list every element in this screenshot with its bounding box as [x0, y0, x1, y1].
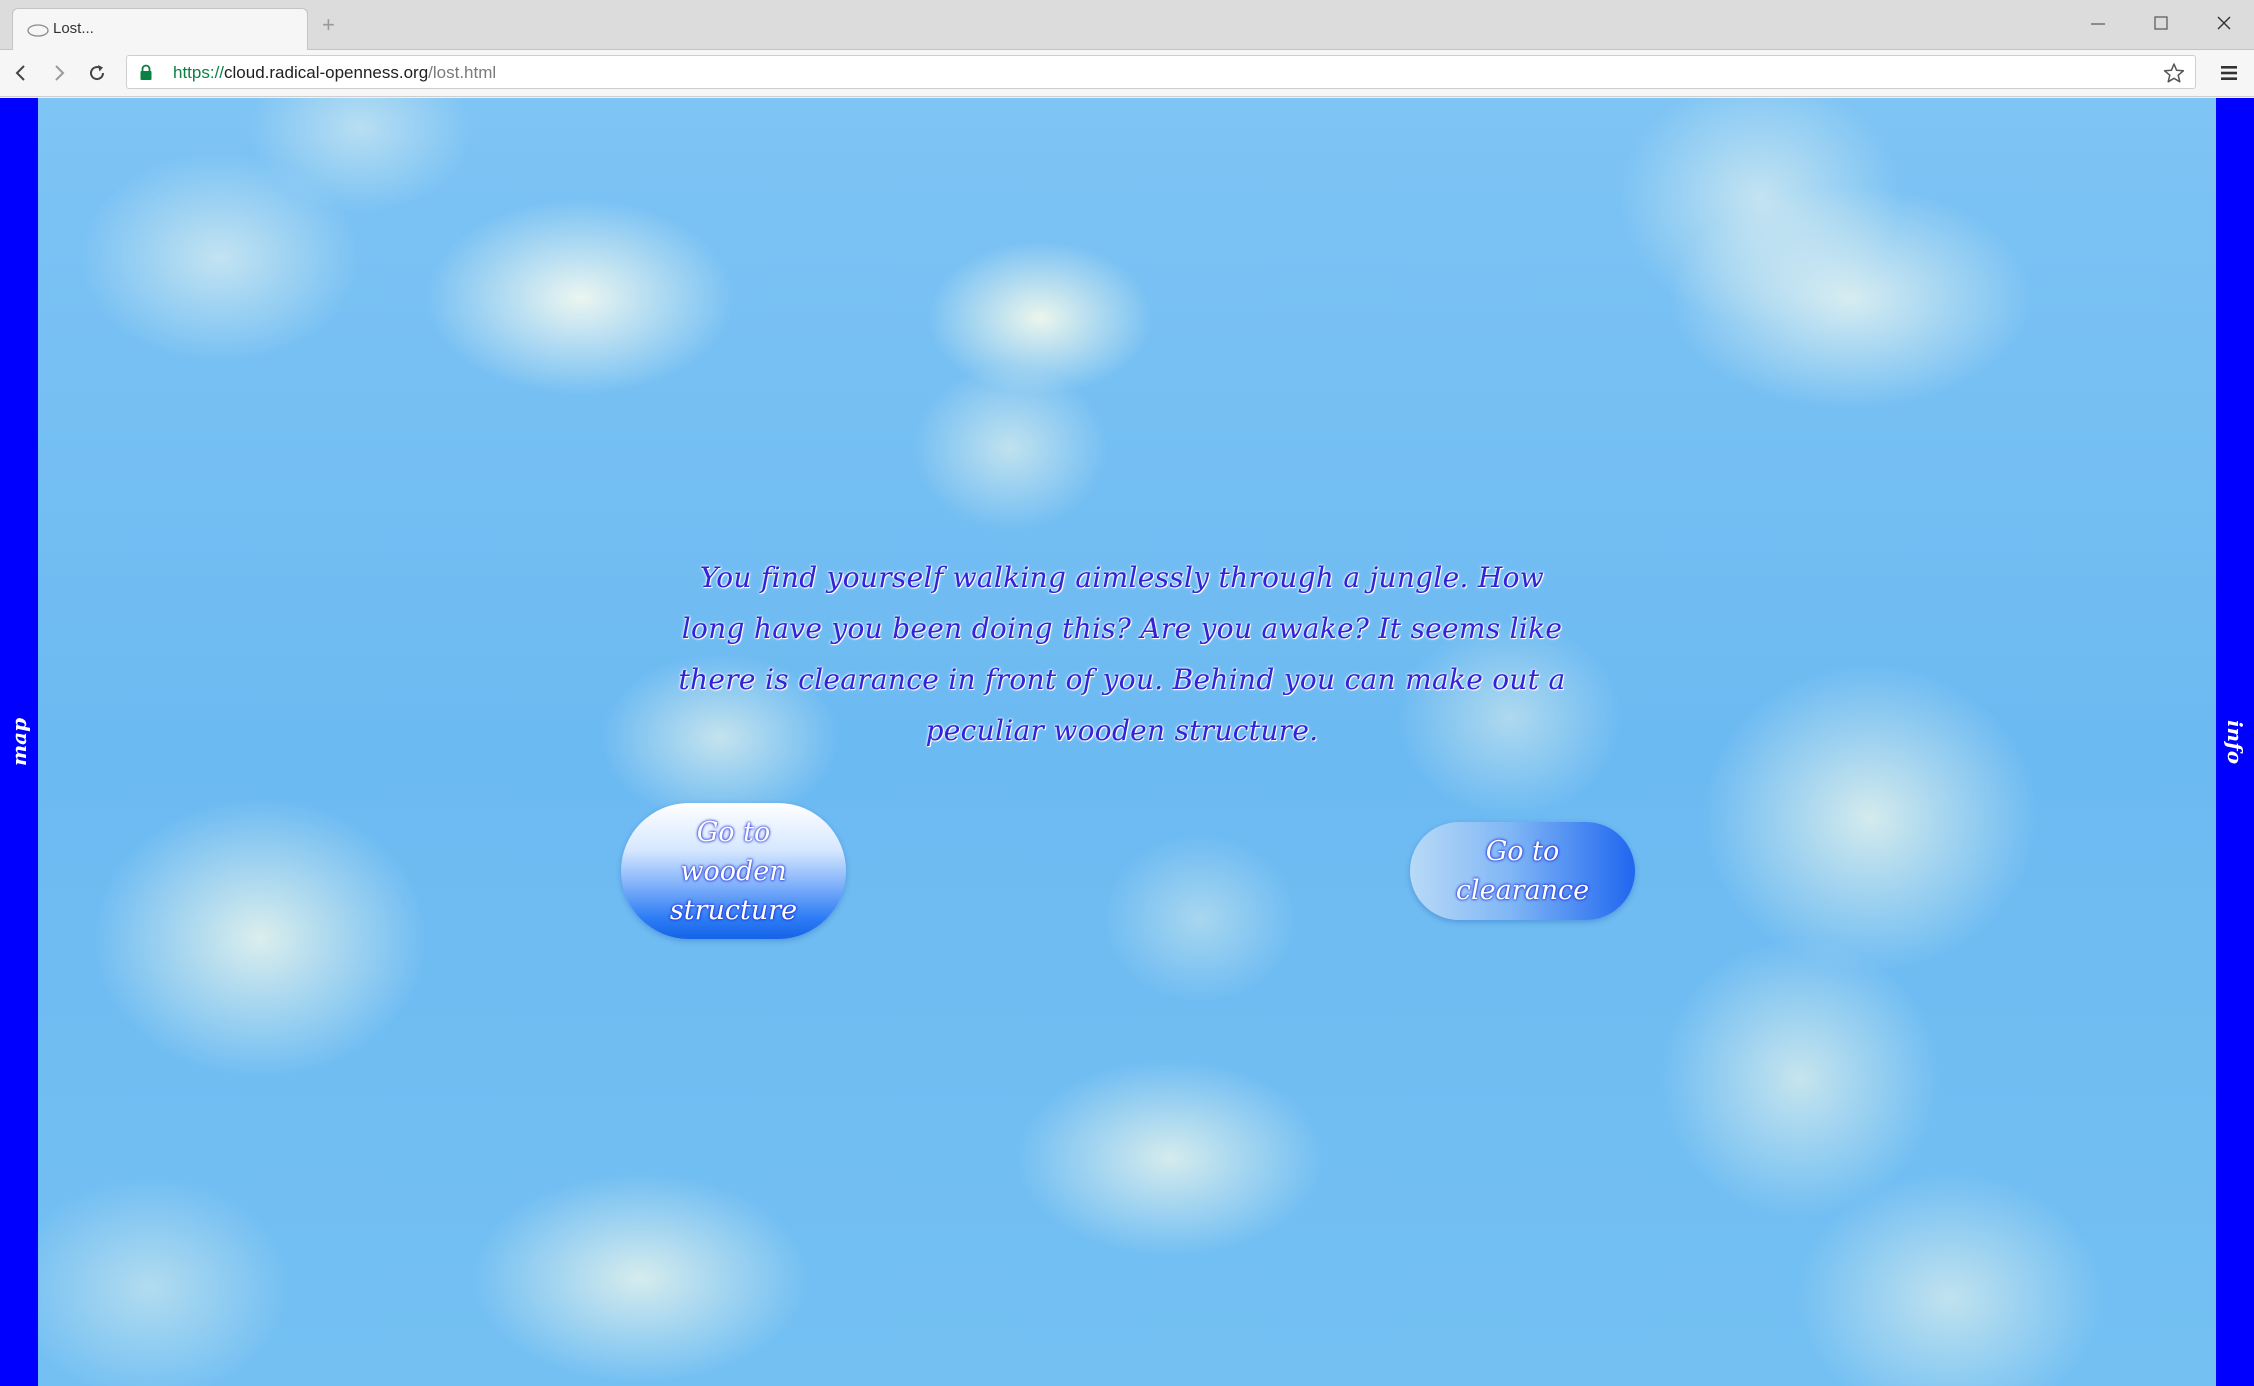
go-to-clearance-button[interactable]: Go to clearance — [1410, 822, 1635, 920]
minimize-icon — [2091, 23, 2105, 25]
map-sidebar[interactable]: map — [0, 98, 38, 1386]
browser-chrome: Lost... + https://cloud.radical-openness… — [0, 0, 2254, 98]
lock-icon — [140, 64, 152, 80]
choice-a-label: Go to wooden structure — [669, 816, 798, 926]
page-viewport: map info You find yourself walking aimle… — [0, 98, 2254, 1386]
back-button[interactable] — [6, 58, 36, 88]
forward-icon — [55, 65, 65, 81]
go-to-wooden-structure-button[interactable]: Go to wooden structure — [621, 803, 846, 939]
tab-title: Lost... — [53, 20, 94, 37]
address-bar[interactable]: https://cloud.radical-openness.org/lost.… — [126, 55, 2196, 89]
cloud-icon — [27, 24, 49, 37]
url-path: /lost.html — [428, 63, 497, 82]
story-text: You find yourself walking aimlessly thro… — [678, 561, 1566, 747]
close-icon — [2217, 16, 2231, 30]
browser-toolbar: https://cloud.radical-openness.org/lost.… — [0, 50, 2254, 97]
info-sidebar[interactable]: info — [2216, 98, 2254, 1386]
new-tab-button[interactable]: + — [322, 14, 335, 36]
close-window-button[interactable] — [2202, 8, 2246, 38]
minimize-button[interactable] — [2076, 8, 2120, 38]
url-host: cloud.radical-openness.org — [224, 63, 429, 82]
reload-icon — [90, 65, 105, 81]
url-scheme: https:// — [173, 63, 225, 82]
map-link[interactable]: map — [7, 718, 31, 766]
url-text: https://cloud.radical-openness.org/lost.… — [173, 63, 496, 83]
maximize-button[interactable] — [2139, 8, 2183, 38]
browser-menu-button[interactable] — [2214, 58, 2244, 88]
tab-lost[interactable]: Lost... — [12, 8, 308, 51]
tab-strip: Lost... + — [0, 0, 2254, 51]
maximize-icon — [2154, 16, 2168, 30]
back-icon — [15, 65, 25, 81]
star-icon[interactable] — [2163, 62, 2185, 84]
menu-icon — [2221, 66, 2237, 80]
choice-b-label: Go to clearance — [1455, 836, 1590, 906]
info-link[interactable]: info — [2223, 720, 2247, 764]
reload-button[interactable] — [82, 58, 112, 88]
forward-button[interactable] — [44, 58, 74, 88]
